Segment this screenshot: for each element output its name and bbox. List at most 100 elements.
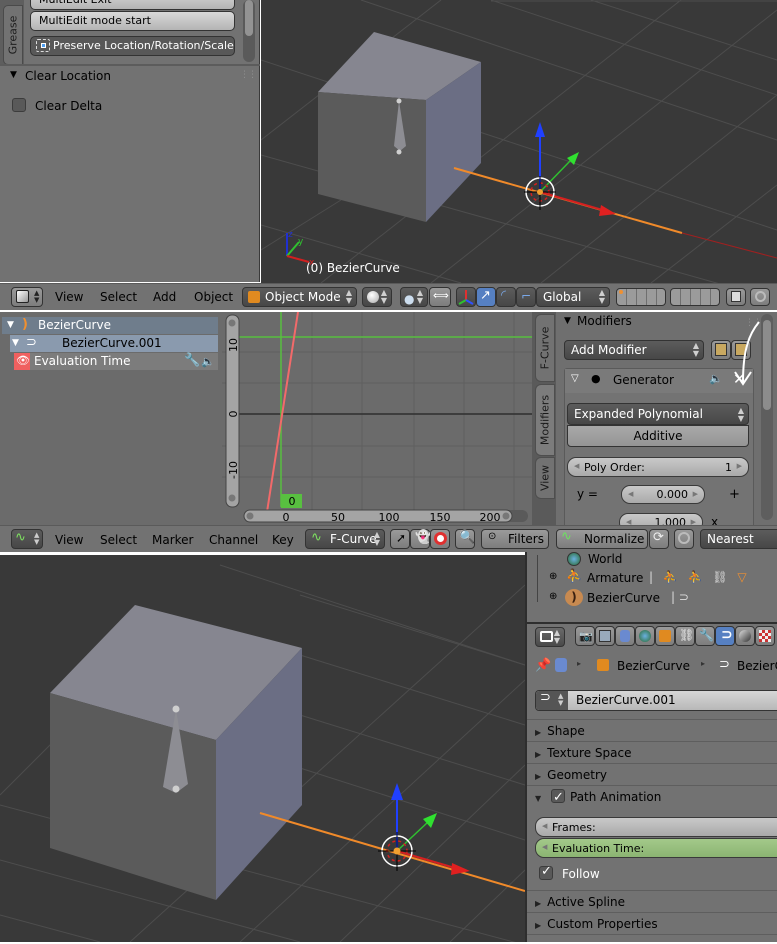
- decrement-arrow-icon[interactable]: ◀: [628, 486, 633, 503]
- channel-row-evaluation-time[interactable]: 👁 Evaluation Time 🔧 🔈: [14, 353, 218, 370]
- manipulator-toggle[interactable]: [456, 287, 476, 307]
- layers-grid-1[interactable]: [616, 288, 666, 306]
- coefficient-0-field[interactable]: ◀ 0.000 ▶: [621, 485, 705, 504]
- outliner-item-armature[interactable]: ⊕ ⛹ Armature | ⛹ ⛹ ⛓ ▽: [549, 569, 777, 587]
- menu-view[interactable]: View: [55, 533, 83, 547]
- menu-view[interactable]: View: [55, 290, 83, 304]
- channel-row-object[interactable]: ▼ ) BezierCurve: [2, 317, 218, 334]
- tab-render-layers[interactable]: [595, 626, 615, 646]
- collapse-triangle-icon[interactable]: ▼: [564, 316, 571, 326]
- tab-material[interactable]: [735, 626, 755, 646]
- drag-grip-icon[interactable]: ⋮⋮: [240, 70, 257, 80]
- panel-geometry[interactable]: ▶ Geometry: [527, 763, 777, 785]
- tab-modifiers[interactable]: 🔧: [695, 626, 715, 646]
- proportional-edit-button[interactable]: [674, 529, 694, 549]
- generator-mode-dropdown[interactable]: Expanded Polynomial ▲ ▼: [567, 403, 749, 425]
- pin-icon[interactable]: 📌: [535, 658, 551, 673]
- datablock-selector[interactable]: ⊃ ▲ ▼ BezierCurve.001: [535, 690, 777, 711]
- tab-view[interactable]: View: [535, 457, 555, 499]
- add-modifier-dropdown[interactable]: Add Modifier ▲ ▼: [564, 340, 704, 360]
- panel-active-spline[interactable]: ▶ Active Spline: [527, 890, 777, 912]
- tab-constraints[interactable]: ⛓: [675, 626, 695, 646]
- scale-manipulator-button[interactable]: ⌐: [516, 287, 536, 307]
- panel-shape[interactable]: ▶ Shape: [527, 719, 777, 741]
- scroll-thumb[interactable]: [245, 0, 253, 36]
- editor-type-button[interactable]: ▲ ▼: [535, 627, 565, 647]
- follow-checkbox[interactable]: [539, 864, 553, 880]
- poly-order-field[interactable]: ◀ Poly Order: 1 ▶: [567, 457, 749, 477]
- pivot-dropdown[interactable]: ● ▲ ▼: [400, 287, 428, 307]
- path-animation-checkbox[interactable]: [551, 787, 565, 809]
- lock-layers-button[interactable]: [726, 288, 746, 306]
- search-button[interactable]: 🔍: [455, 529, 475, 549]
- translate-manipulator-button[interactable]: ↗: [476, 287, 496, 307]
- decrement-arrow-icon[interactable]: ◀: [542, 839, 547, 856]
- menu-channel[interactable]: Channel: [209, 533, 258, 547]
- decrement-arrow-icon[interactable]: ◀: [542, 818, 547, 835]
- mode-dropdown[interactable]: Object Mode ▲ ▼: [242, 287, 357, 307]
- outliner-item-beziercurve[interactable]: ⊕ ) BezierCurve | ⊃: [549, 589, 777, 607]
- editor-type-button[interactable]: ∿ ▲ ▼: [11, 529, 43, 549]
- browse-datablock-button[interactable]: ⊃ ▲ ▼: [536, 690, 568, 710]
- menu-add[interactable]: Add: [153, 290, 176, 304]
- frames-field[interactable]: ◀ Frames:: [535, 817, 777, 837]
- panel-path-animation[interactable]: ▼ Path Animation: [527, 785, 777, 809]
- 3d-viewport-top[interactable]: z y x (0) BezierCurve: [261, 0, 777, 283]
- auto-normalize-button[interactable]: ⟳: [649, 529, 669, 549]
- fcurve-line[interactable]: [266, 311, 299, 513]
- menu-marker[interactable]: Marker: [152, 533, 193, 547]
- eye-icon[interactable]: 👁: [16, 352, 30, 369]
- multiedit-start-button[interactable]: MultiEdit mode start: [30, 11, 235, 31]
- expand-triangle-icon[interactable]: ▽: [571, 373, 579, 384]
- only-selected-button[interactable]: ➚: [390, 529, 410, 549]
- tab-scene[interactable]: [615, 626, 635, 646]
- decrement-arrow-icon[interactable]: ◀: [574, 458, 579, 475]
- editor-type-button[interactable]: ▲ ▼: [11, 287, 43, 307]
- expand-triangle-icon[interactable]: ▼: [12, 335, 19, 352]
- toolshelf-scrollbar[interactable]: [243, 0, 255, 62]
- tab-world[interactable]: [635, 626, 655, 646]
- expand-plus-icon[interactable]: ⊕: [549, 591, 557, 602]
- armature-data-icons[interactable]: | ⛹ ⛹ ⛓ ▽: [649, 570, 750, 584]
- clear-delta-checkbox[interactable]: [12, 98, 26, 112]
- tab-f-curve[interactable]: F-Curve: [535, 314, 555, 382]
- tab-render[interactable]: 📷: [575, 626, 595, 646]
- layers-grid-2[interactable]: [670, 288, 720, 306]
- expand-triangle-icon[interactable]: ▼: [7, 317, 14, 334]
- menu-select[interactable]: Select: [100, 290, 137, 304]
- tab-grease-pencil[interactable]: Grease: [3, 5, 23, 65]
- menu-select[interactable]: Select: [100, 533, 137, 547]
- graph-mode-dropdown[interactable]: ∿ F-Curve ▲ ▼: [305, 529, 385, 549]
- wrench-icon[interactable]: 🔧: [184, 352, 200, 369]
- tab-modifiers[interactable]: Modifiers: [535, 384, 555, 456]
- selected-curve[interactable]: [259, 812, 525, 892]
- only-errors-button[interactable]: [430, 529, 450, 549]
- tab-curve-data[interactable]: ⊃: [715, 626, 735, 646]
- additive-toggle[interactable]: Additive: [567, 425, 749, 447]
- increment-arrow-icon[interactable]: ▶: [693, 486, 698, 503]
- increment-arrow-icon[interactable]: ▶: [737, 458, 742, 475]
- filters-button[interactable]: ⊙ Filters: [481, 529, 549, 549]
- expand-plus-icon[interactable]: ⊕: [549, 571, 557, 582]
- menu-key[interactable]: Key: [272, 533, 294, 547]
- datablock-name[interactable]: BezierCurve.001: [576, 693, 676, 707]
- viewport-shading-dropdown[interactable]: ▲ ▼: [362, 287, 392, 307]
- tab-object[interactable]: [655, 626, 675, 646]
- mute-toggle-icon[interactable]: ●: [591, 372, 601, 385]
- outliner-item-world[interactable]: World: [567, 552, 767, 568]
- speaker-icon[interactable]: 🔈: [709, 372, 723, 385]
- multiedit-exit-button[interactable]: MultiEdit Exit: [30, 0, 235, 10]
- speaker-mute-icon[interactable]: 🔈: [201, 353, 215, 370]
- 3d-viewport-bottom[interactable]: [0, 555, 525, 942]
- tab-texture[interactable]: [755, 626, 775, 646]
- curve-data-icons[interactable]: | ⊃: [671, 590, 689, 604]
- manipulate-center-button[interactable]: ⟺: [429, 287, 451, 307]
- preserve-transform-button[interactable]: Preserve Location/Rotation/Scale: [30, 36, 235, 56]
- collapse-triangle-icon[interactable]: ▼: [10, 70, 17, 80]
- snap-mode-dropdown[interactable]: Nearest Frame: [700, 529, 777, 564]
- show-hidden-button[interactable]: 👻: [410, 529, 431, 549]
- render-button[interactable]: [750, 288, 770, 306]
- menu-object[interactable]: Object: [194, 290, 233, 304]
- panel-texture-space[interactable]: ▶ Texture Space: [527, 741, 777, 763]
- channel-row-curve-data[interactable]: ▼ ⊃ BezierCurve.001: [10, 335, 218, 352]
